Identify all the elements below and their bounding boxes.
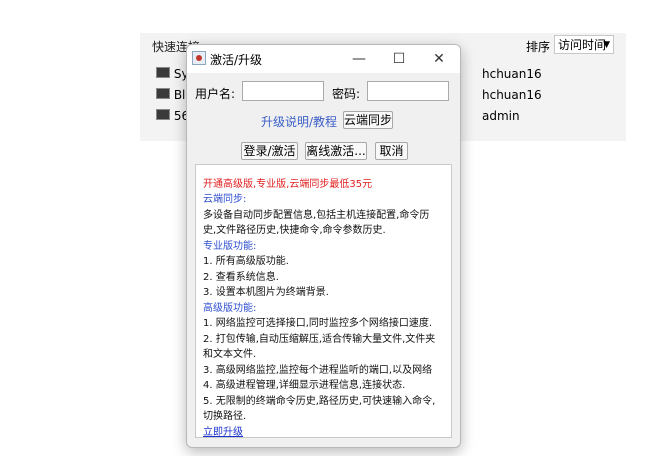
host-name: Bl bbox=[173, 88, 186, 102]
chevron-down-icon: ▼ bbox=[603, 40, 610, 50]
host-user: hchuan16 bbox=[482, 67, 542, 81]
offline-activate-button[interactable]: 离线激活... bbox=[305, 142, 367, 160]
username-label: 用户名: bbox=[195, 87, 236, 101]
pro-feature-item: 1. 所有高级版功能. bbox=[203, 256, 289, 267]
monitor-icon bbox=[156, 88, 170, 99]
cloud-sync-heading: 云端同步: bbox=[203, 194, 247, 205]
minimize-button[interactable]: — bbox=[339, 45, 379, 73]
sort-select[interactable]: 访问时间 ▼ bbox=[554, 35, 614, 54]
activation-dialog: 激活/升级 — ☐ ✕ 用户名: 密码: 升级说明/教程 云端同步 登录/激活 … bbox=[186, 44, 461, 448]
upgrade-now-link[interactable]: 立即升级 bbox=[203, 423, 243, 438]
advanced-feature-line: 和文本文件. bbox=[203, 349, 257, 360]
sort-select-value: 访问时间 bbox=[558, 38, 607, 52]
advanced-feature-line: 1. 网络监控可选择接口,同时监控多个网络接口速度. bbox=[203, 318, 433, 329]
monitor-icon bbox=[156, 109, 170, 120]
cancel-button[interactable]: 取消 bbox=[375, 142, 408, 160]
advanced-feature-line: 4. 高级进程管理,详细显示进程信息,连接状态. bbox=[203, 380, 406, 391]
password-input[interactable] bbox=[367, 81, 449, 101]
sort-label: 排序 bbox=[526, 40, 551, 54]
promo-text: 开通高级版,专业版,云端同步最低35元 bbox=[203, 179, 373, 190]
java-app-icon bbox=[192, 51, 206, 65]
cloud-sync-button[interactable]: 云端同步 bbox=[343, 111, 393, 129]
host-user: admin bbox=[482, 109, 520, 123]
dialog-title: 激活/升级 bbox=[210, 53, 263, 67]
advanced-heading: 高级版功能: bbox=[203, 303, 257, 314]
upgrade-info-panel: 开通高级版,专业版,云端同步最低35元 云端同步: 多设备自动同步配置信息,包括… bbox=[195, 164, 452, 438]
advanced-feature-line: 2. 打包传输,自动压缩解压,适合传输大量文件,文件夹 bbox=[203, 334, 436, 345]
host-row[interactable]: Sy bbox=[156, 67, 189, 81]
password-label: 密码: bbox=[332, 87, 361, 101]
monitor-icon bbox=[156, 67, 170, 78]
advanced-feature-line: 切换路径. bbox=[203, 411, 247, 422]
maximize-button[interactable]: ☐ bbox=[379, 45, 419, 73]
cloud-sync-desc-2: 史,文件路径历史,快捷命令,命令参数历史. bbox=[203, 225, 386, 236]
dialog-titlebar[interactable]: 激活/升级 — ☐ ✕ bbox=[187, 45, 460, 73]
close-button[interactable]: ✕ bbox=[419, 45, 459, 73]
upgrade-info-link[interactable]: 升级说明/教程 bbox=[261, 113, 337, 130]
host-user: hchuan16 bbox=[482, 88, 542, 102]
host-row[interactable]: 56 bbox=[156, 109, 189, 123]
advanced-feature-line: 5. 无限制的终端命令历史,路径历史,可快速输入命令, bbox=[203, 396, 436, 407]
advanced-feature-line: 3. 高级网络监控,监控每个进程监听的端口,以及网络 bbox=[203, 365, 433, 376]
pro-feature-item: 2. 查看系统信息. bbox=[203, 272, 279, 283]
login-activate-button[interactable]: 登录/激活 bbox=[241, 142, 298, 160]
pro-heading: 专业版功能: bbox=[203, 241, 257, 252]
pro-feature-item: 3. 设置本机图片为终端背景. bbox=[203, 287, 329, 298]
cloud-sync-desc-1: 多设备自动同步配置信息,包括主机连接配置,命令历 bbox=[203, 210, 430, 221]
host-row[interactable]: Bl bbox=[156, 88, 185, 102]
username-input[interactable] bbox=[242, 81, 324, 101]
